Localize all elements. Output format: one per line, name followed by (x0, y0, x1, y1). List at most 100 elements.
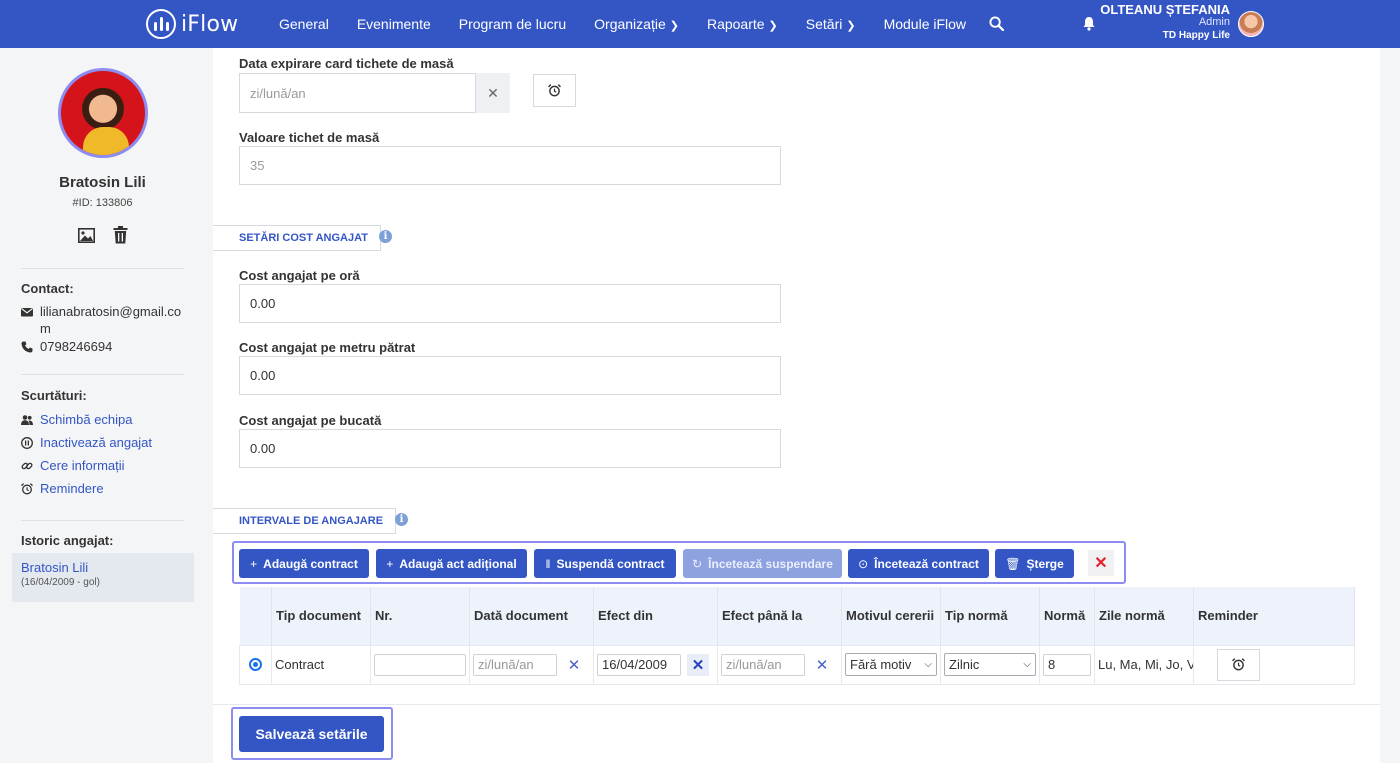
employee-name: Bratosin Lili (59, 174, 146, 191)
nav-item-evenimente[interactable]: Evenimente (343, 16, 445, 32)
plus-icon: + (386, 556, 394, 571)
cost-per-sqm-label: Cost angajat pe metru pătrat (239, 340, 416, 355)
close-icon: ✕ (567, 656, 581, 674)
nav-item-program-de-lucru[interactable]: Program de lucru (445, 16, 580, 32)
column-header: Motivul cererii (841, 587, 941, 645)
history-item-dates: (16/04/2009 - gol) (21, 577, 100, 588)
doc-number-input[interactable] (374, 653, 466, 676)
alarm-clock-icon (1232, 658, 1245, 671)
norm-days-cell: Lu, Ma, Mi, Jo, Vi (1094, 644, 1194, 685)
alarm-clock-icon (548, 84, 561, 97)
meal-ticket-value-label: Valoare tichet de masă (239, 130, 380, 145)
end-contract-button[interactable]: ⊙ Încetează contract (848, 549, 989, 578)
cost-per-piece-input[interactable]: 0.00 (239, 429, 781, 468)
brand-logo[interactable]: iFlow (146, 9, 238, 39)
close-icon: ✕ (691, 656, 705, 674)
column-header: Reminder (1193, 587, 1355, 645)
shortcut-request-info[interactable]: Cere informații (21, 457, 125, 474)
history-item[interactable]: Bratosin Lili (16/04/2009 - gol) (12, 553, 194, 602)
envelope-icon (21, 308, 33, 317)
column-header: Dată document (469, 587, 594, 645)
shortcut-inactivate-employee[interactable]: Inactivează angajat (21, 434, 152, 451)
suspend-contract-button[interactable]: ‖ Suspendă contract (534, 549, 676, 578)
effect-until-input[interactable]: zi/lună/an (721, 653, 805, 676)
shortcut-label[interactable]: Cere informații (40, 457, 125, 474)
footer-divider (213, 704, 1380, 705)
add-contract-button[interactable]: + Adaugă contract (239, 549, 369, 578)
chevron-right-icon: ❯ (846, 20, 856, 32)
column-header: Nr. (370, 587, 470, 645)
user-company: TD Happy Life (1162, 30, 1230, 41)
link-icon (21, 462, 33, 470)
chevron-down-icon: ⌵ (1023, 659, 1031, 670)
brand-name: iFlow (181, 11, 239, 37)
meal-ticket-value-input[interactable]: 35 (239, 146, 781, 185)
shortcut-reminders[interactable]: Remindere (21, 480, 104, 497)
sidebar-divider (21, 268, 184, 269)
sidebar-divider (21, 374, 184, 375)
chevron-right-icon: ❯ (669, 20, 679, 32)
user-avatar[interactable] (1238, 11, 1264, 37)
phone-icon (21, 341, 33, 353)
chevron-right-icon: ❯ (768, 20, 778, 32)
nav-item-setari[interactable]: Setări ❯ (792, 16, 870, 32)
table-row: Contract zi/lună/an ✕ 16/04/2009 ✕ zi/lu… (239, 644, 1355, 685)
table-header-row: Tip document Nr. Dată document Efect din… (239, 587, 1355, 645)
clear-date-button[interactable]: ✕ (476, 73, 510, 113)
clear-doc-date-button[interactable]: ✕ (563, 654, 585, 676)
add-addendum-button[interactable]: + Adaugă act adițional (376, 549, 527, 578)
nav-item-module-iflow[interactable]: Module iFlow (870, 16, 980, 32)
meal-card-expiry-input[interactable]: zi/lună/an (239, 73, 476, 113)
row-reminder-button[interactable] (1217, 648, 1260, 681)
row-select-radio[interactable] (249, 658, 262, 671)
save-settings-button[interactable]: Salvează setările (239, 716, 384, 752)
employment-intervals-section-title: INTERVALE DE ANGAJARE (213, 508, 397, 534)
shortcut-label[interactable]: Schimbă echipa (40, 411, 133, 428)
main-nav: General Evenimente Program de lucru Orga… (265, 0, 980, 48)
norm-input[interactable]: 8 (1043, 653, 1091, 676)
nav-item-rapoarte[interactable]: Rapoarte ❯ (693, 16, 792, 32)
cost-per-hour-input[interactable]: 0.00 (239, 284, 781, 323)
history-item-name[interactable]: Bratosin Lili (21, 560, 185, 575)
reason-select[interactable]: Fără motiv ⌵ (845, 653, 937, 676)
contact-phone: 0798246694 (21, 338, 112, 355)
doc-type-cell: Contract (271, 644, 371, 685)
trash-icon[interactable] (113, 226, 128, 244)
delete-button[interactable]: 🗑︎ Șterge (995, 549, 1074, 578)
shortcut-change-team[interactable]: Schimbă echipa (21, 411, 133, 428)
search-icon[interactable] (989, 16, 1004, 31)
info-icon[interactable]: i (379, 230, 392, 243)
column-header: Tip document (271, 587, 371, 645)
bell-icon[interactable] (1082, 16, 1096, 31)
close-toolbar-button[interactable]: ✕ (1088, 550, 1114, 576)
column-header: Tip normă (940, 587, 1040, 645)
clear-effect-until-button[interactable]: ✕ (811, 654, 833, 676)
contact-email-text: lilianabratosin@gmail.com (40, 304, 182, 336)
column-header: Efect până la (717, 587, 842, 645)
shortcuts-heading: Scurtături: (21, 388, 87, 403)
user-menu[interactable]: OLTEANU ȘTEFANIA Admin TD Happy Life (1100, 3, 1230, 42)
contact-heading: Contact: (21, 281, 74, 296)
users-icon (21, 415, 33, 425)
image-icon[interactable] (78, 228, 95, 243)
cost-per-piece-label: Cost angajat pe bucată (239, 413, 382, 428)
user-name: OLTEANU ȘTEFANIA (1100, 2, 1230, 17)
shortcut-label[interactable]: Inactivează angajat (40, 434, 152, 451)
end-suspension-button[interactable]: ↻ Încetează suspendare (683, 549, 842, 578)
pause-circle-icon (21, 437, 33, 449)
set-reminder-button[interactable] (533, 74, 576, 107)
info-icon[interactable]: i (395, 513, 408, 526)
employment-intervals-table: Tip document Nr. Dată document Efect din… (239, 587, 1355, 685)
column-header: Normă (1039, 587, 1095, 645)
cost-per-sqm-input[interactable]: 0.00 (239, 356, 781, 395)
top-navigation-bar: iFlow General Evenimente Program de lucr… (0, 0, 1400, 48)
nav-item-general[interactable]: General (265, 16, 343, 32)
clear-effect-from-button[interactable]: ✕ (687, 653, 709, 676)
nav-item-organizatie[interactable]: Organizație ❯ (580, 16, 693, 32)
norm-type-select[interactable]: Zilnic ⌵ (944, 653, 1036, 676)
effect-from-input[interactable]: 16/04/2009 (597, 653, 681, 676)
iflow-logo-icon (146, 9, 176, 39)
shortcut-label[interactable]: Remindere (40, 480, 104, 497)
doc-date-input[interactable]: zi/lună/an (473, 653, 557, 676)
user-role: Admin (1198, 16, 1230, 28)
